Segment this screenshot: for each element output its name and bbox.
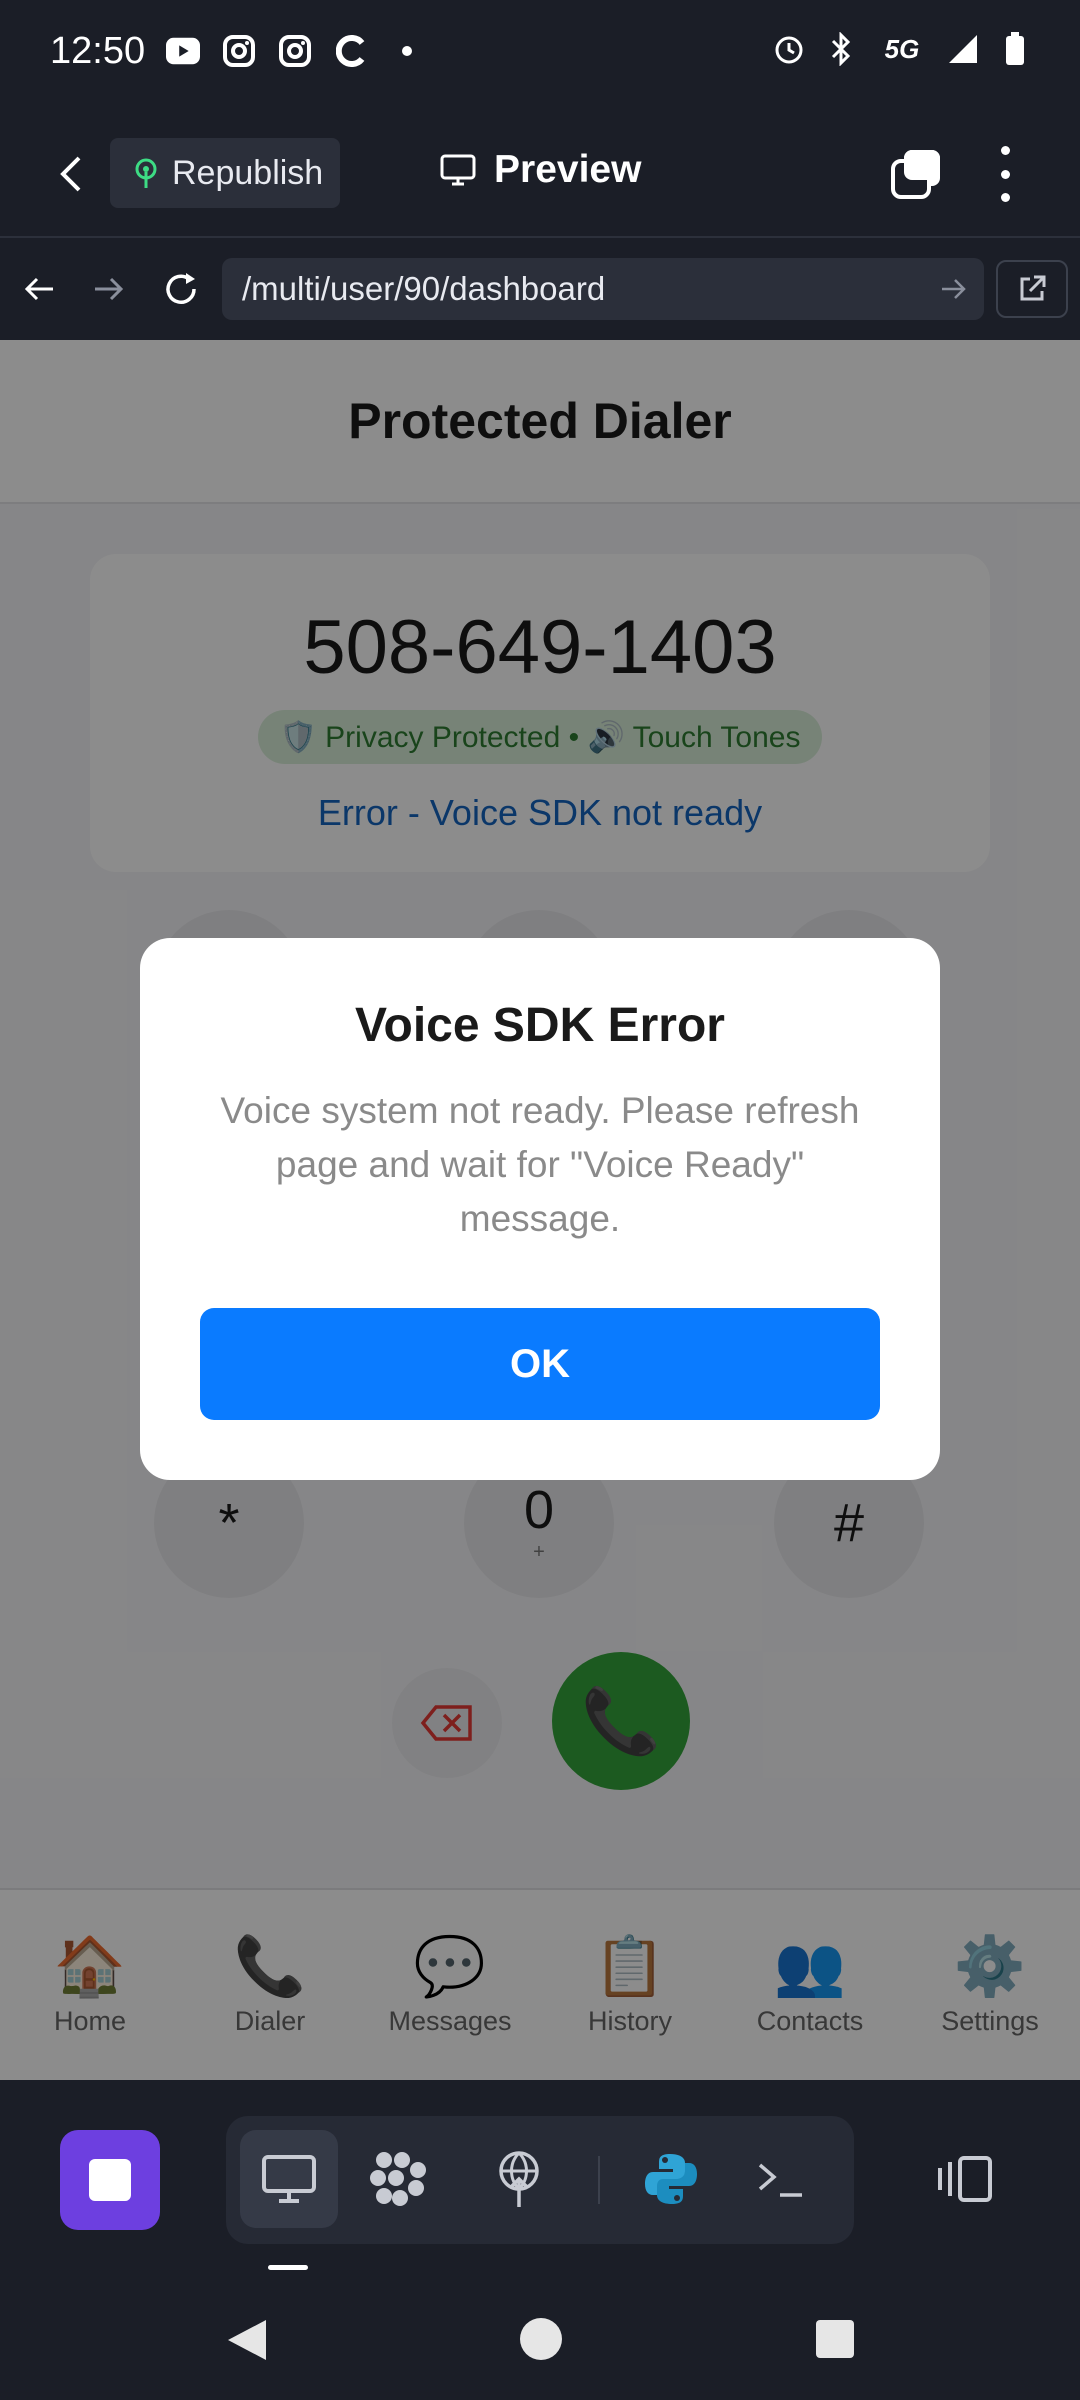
- instagram-icon: [222, 34, 256, 68]
- broadcast-icon: [499, 2151, 539, 2207]
- deploy-tool-button[interactable]: [470, 2130, 568, 2228]
- browser-back-button[interactable]: [12, 262, 66, 316]
- browser-forward-button[interactable]: [82, 262, 136, 316]
- python-icon: [645, 2154, 697, 2204]
- split-view-button[interactable]: [934, 2154, 1004, 2210]
- app-dock: [0, 2080, 1080, 2280]
- go-arrow-icon[interactable]: [940, 272, 968, 310]
- reload-icon: [166, 273, 196, 304]
- url-text: /multi/user/90/dashboard: [242, 270, 606, 307]
- split-screen-icon: [938, 2156, 992, 2202]
- external-link-icon: [1020, 275, 1046, 301]
- system-recents-button[interactable]: [816, 2320, 854, 2358]
- arrow-right-icon: [95, 277, 124, 301]
- dot-icon: [390, 34, 424, 68]
- youtube-icon: [166, 34, 200, 68]
- back-button[interactable]: [48, 150, 92, 198]
- hexagon-grid-icon: [370, 2152, 426, 2206]
- stop-icon: [89, 2159, 131, 2201]
- chevron-left-icon: [60, 156, 81, 192]
- battery-icon: [998, 32, 1032, 66]
- python-tool-button[interactable]: [622, 2130, 720, 2228]
- terminal-icon: [758, 2163, 802, 2197]
- dock-divider: [598, 2156, 600, 2204]
- packages-tool-button[interactable]: [350, 2130, 448, 2228]
- reload-button[interactable]: [154, 262, 208, 316]
- url-input[interactable]: /multi/user/90/dashboard: [222, 258, 984, 320]
- signal-icon: [946, 32, 980, 66]
- instagram-icon: [278, 34, 312, 68]
- error-dialog: Voice SDK Error Voice system not ready. …: [140, 938, 940, 1480]
- preview-header: Republish Preview: [0, 112, 1080, 238]
- notification-icons: [166, 34, 424, 68]
- dialog-title: Voice SDK Error: [355, 999, 725, 1052]
- tabs-button[interactable]: [890, 148, 942, 200]
- tabs-icon: [891, 150, 940, 199]
- system-home-button[interactable]: [520, 2318, 562, 2360]
- 5g-icon: 5G: [876, 32, 928, 66]
- terminal-tool-button[interactable]: [732, 2130, 830, 2228]
- system-back-button[interactable]: [226, 2318, 268, 2367]
- stop-app-button[interactable]: [60, 2130, 160, 2230]
- status-bar: 12:50 5G: [0, 0, 1080, 112]
- preview-tool-button[interactable]: [240, 2130, 338, 2228]
- monitor-icon: [440, 154, 476, 186]
- open-external-button[interactable]: [996, 260, 1068, 318]
- triangle-back-icon: [228, 2320, 266, 2360]
- system-status-icons: 5G: [772, 32, 1032, 66]
- broadcast-icon: [135, 158, 157, 188]
- ok-button[interactable]: OK: [200, 1308, 880, 1420]
- preview-label: Preview: [494, 148, 642, 191]
- network-type-label: 5G: [884, 33, 920, 64]
- monitor-icon: [262, 2155, 316, 2203]
- more-vert-icon: [1000, 146, 1010, 155]
- dock-tool-group: [226, 2116, 854, 2244]
- url-bar: /multi/user/90/dashboard: [0, 238, 1080, 340]
- more-menu-button[interactable]: [992, 146, 1018, 202]
- preview-title: Preview: [440, 148, 641, 192]
- status-time: 12:50: [50, 30, 146, 72]
- system-nav-bar: [0, 2280, 1080, 2400]
- bluetooth-icon: [824, 32, 858, 66]
- active-indicator: [268, 2265, 308, 2270]
- republish-button[interactable]: Republish: [110, 138, 340, 208]
- alarm-icon: [772, 32, 806, 66]
- republish-label: Republish: [172, 153, 324, 192]
- c-app-icon: [334, 34, 368, 68]
- arrow-left-icon: [24, 277, 53, 301]
- dialog-message: Voice system not ready. Please refresh p…: [220, 1090, 860, 1239]
